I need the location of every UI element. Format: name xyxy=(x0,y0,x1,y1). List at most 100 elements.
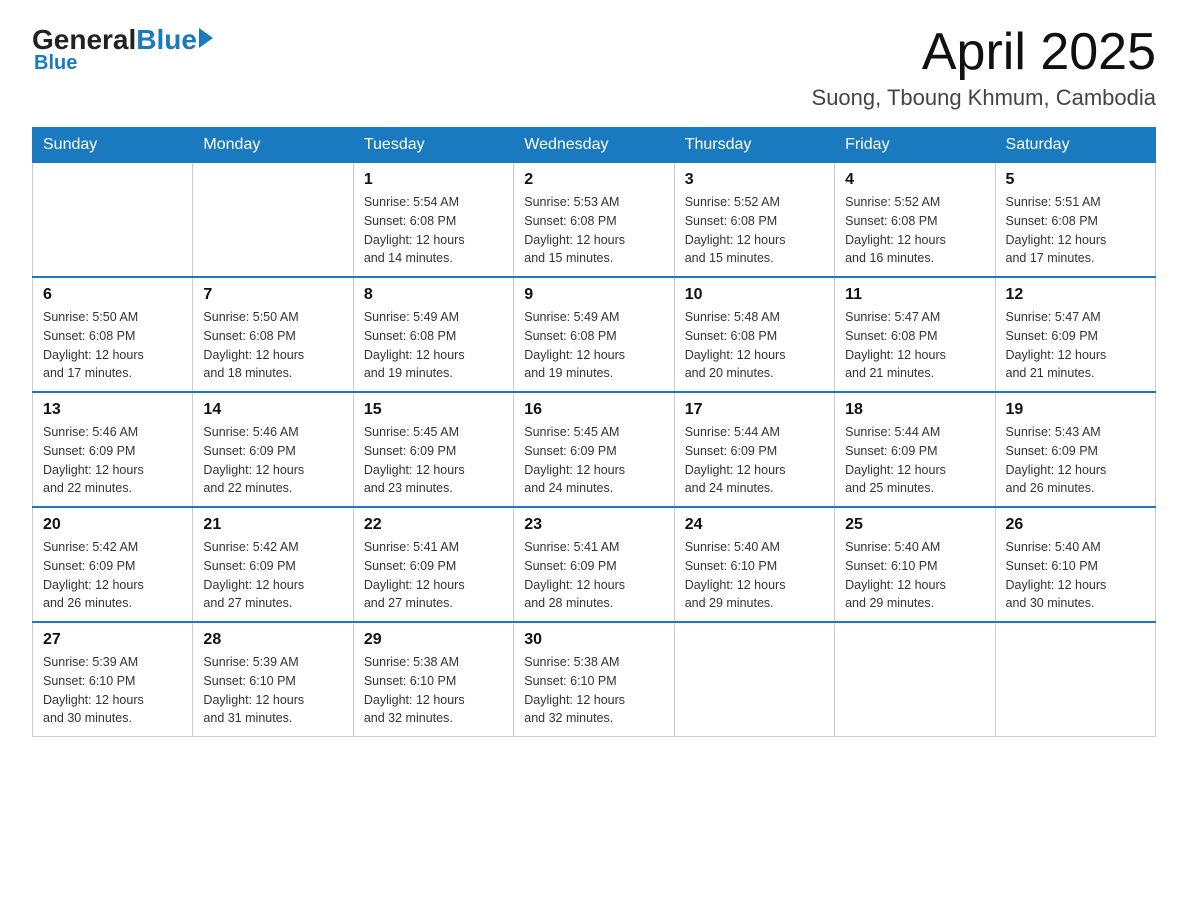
day-cell: 5Sunrise: 5:51 AM Sunset: 6:08 PM Daylig… xyxy=(995,163,1155,278)
day-cell: 30 Sunrise: 5:38 AM Sunset: 6:10 PM Dayli… xyxy=(514,622,674,737)
day-info: Sunrise: 5:53 AM Sunset: 6:08 PM Dayligh… xyxy=(524,193,663,268)
day-number: 14 xyxy=(203,401,342,419)
day-cell: 15Sunrise: 5:45 AM Sunset: 6:09 PM Dayli… xyxy=(353,392,513,507)
calendar-table: SundayMondayTuesdayWednesdayThursdayFrid… xyxy=(32,127,1156,737)
day-number: 18 xyxy=(845,401,984,419)
column-header-friday: Friday xyxy=(835,128,995,163)
week-row-5: 27 Sunrise: 5:39 AM Sunset: 6:10 PM Dayli… xyxy=(33,622,1156,737)
day-info: Sunrise: 5:38 AM Sunset: 6:10 PM Dayligh… xyxy=(364,653,503,728)
day-cell xyxy=(674,622,834,737)
column-header-monday: Monday xyxy=(193,128,353,163)
day-number: 4 xyxy=(845,171,984,189)
day-cell: 29 Sunrise: 5:38 AM Sunset: 6:10 PM Dayli… xyxy=(353,622,513,737)
day-number: 17 xyxy=(685,401,824,419)
day-number: 27 xyxy=(43,631,182,649)
day-number: 26 xyxy=(1006,516,1145,534)
day-number: 12 xyxy=(1006,286,1145,304)
day-info: Sunrise: 5:47 AM Sunset: 6:09 PM Dayligh… xyxy=(1006,308,1145,383)
day-info: Sunrise: 5:44 AM Sunset: 6:09 PM Dayligh… xyxy=(685,423,824,498)
day-cell: 17 Sunrise: 5:44 AM Sunset: 6:09 PM Dayli… xyxy=(674,392,834,507)
day-info: Sunrise: 5:46 AM Sunset: 6:09 PM Dayligh… xyxy=(203,423,342,498)
day-number: 20 xyxy=(43,516,182,534)
day-info: Sunrise: 5:50 AM Sunset: 6:08 PM Dayligh… xyxy=(203,308,342,383)
day-number: 5 xyxy=(1006,171,1145,189)
day-number: 24 xyxy=(685,516,824,534)
day-cell: 27Sunrise: 5:39 AM Sunset: 6:10 PM Dayli… xyxy=(33,622,193,737)
day-number: 29 xyxy=(364,631,503,649)
day-number: 13 xyxy=(43,401,182,419)
day-info: Sunrise: 5:49 AM Sunset: 6:08 PM Dayligh… xyxy=(524,308,663,383)
logo: General Blue Blue xyxy=(32,24,213,75)
day-cell: 26 Sunrise: 5:40 AM Sunset: 6:10 PM Dayli… xyxy=(995,507,1155,622)
day-info: Sunrise: 5:52 AM Sunset: 6:08 PM Dayligh… xyxy=(685,193,824,268)
day-number: 11 xyxy=(845,286,984,304)
day-number: 28 xyxy=(203,631,342,649)
day-number: 25 xyxy=(845,516,984,534)
day-number: 23 xyxy=(524,516,663,534)
day-number: 3 xyxy=(685,171,824,189)
day-info: Sunrise: 5:42 AM Sunset: 6:09 PM Dayligh… xyxy=(43,538,182,613)
column-header-saturday: Saturday xyxy=(995,128,1155,163)
day-number: 21 xyxy=(203,516,342,534)
day-cell: 4 Sunrise: 5:52 AM Sunset: 6:08 PM Daylig… xyxy=(835,163,995,278)
page-header: General Blue Blue April 2025 Suong, Tbou… xyxy=(32,24,1156,111)
day-info: Sunrise: 5:38 AM Sunset: 6:10 PM Dayligh… xyxy=(524,653,663,728)
day-cell: 6 Sunrise: 5:50 AM Sunset: 6:08 PM Daylig… xyxy=(33,277,193,392)
day-cell: 22Sunrise: 5:41 AM Sunset: 6:09 PM Dayli… xyxy=(353,507,513,622)
day-cell xyxy=(193,163,353,278)
logo-blue-text: Blue xyxy=(136,24,197,56)
day-cell xyxy=(33,163,193,278)
day-number: 30 xyxy=(524,631,663,649)
day-info: Sunrise: 5:40 AM Sunset: 6:10 PM Dayligh… xyxy=(685,538,824,613)
day-info: Sunrise: 5:45 AM Sunset: 6:09 PM Dayligh… xyxy=(524,423,663,498)
day-number: 10 xyxy=(685,286,824,304)
day-info: Sunrise: 5:40 AM Sunset: 6:10 PM Dayligh… xyxy=(845,538,984,613)
day-cell: 11 Sunrise: 5:47 AM Sunset: 6:08 PM Dayli… xyxy=(835,277,995,392)
day-cell: 1Sunrise: 5:54 AM Sunset: 6:08 PM Daylig… xyxy=(353,163,513,278)
day-info: Sunrise: 5:44 AM Sunset: 6:09 PM Dayligh… xyxy=(845,423,984,498)
day-cell: 16 Sunrise: 5:45 AM Sunset: 6:09 PM Dayli… xyxy=(514,392,674,507)
calendar-header-row: SundayMondayTuesdayWednesdayThursdayFrid… xyxy=(33,128,1156,163)
day-cell: 21 Sunrise: 5:42 AM Sunset: 6:09 PM Dayli… xyxy=(193,507,353,622)
day-cell: 19Sunrise: 5:43 AM Sunset: 6:09 PM Dayli… xyxy=(995,392,1155,507)
day-info: Sunrise: 5:48 AM Sunset: 6:08 PM Dayligh… xyxy=(685,308,824,383)
column-header-thursday: Thursday xyxy=(674,128,834,163)
day-cell xyxy=(835,622,995,737)
day-cell: 2 Sunrise: 5:53 AM Sunset: 6:08 PM Daylig… xyxy=(514,163,674,278)
day-info: Sunrise: 5:50 AM Sunset: 6:08 PM Dayligh… xyxy=(43,308,182,383)
day-cell: 9 Sunrise: 5:49 AM Sunset: 6:08 PM Daylig… xyxy=(514,277,674,392)
day-cell: 3 Sunrise: 5:52 AM Sunset: 6:08 PM Daylig… xyxy=(674,163,834,278)
day-info: Sunrise: 5:52 AM Sunset: 6:08 PM Dayligh… xyxy=(845,193,984,268)
day-number: 8 xyxy=(364,286,503,304)
day-number: 15 xyxy=(364,401,503,419)
day-number: 6 xyxy=(43,286,182,304)
day-cell: 28 Sunrise: 5:39 AM Sunset: 6:10 PM Dayli… xyxy=(193,622,353,737)
day-cell: 20 Sunrise: 5:42 AM Sunset: 6:09 PM Dayli… xyxy=(33,507,193,622)
day-cell: 25 Sunrise: 5:40 AM Sunset: 6:10 PM Dayli… xyxy=(835,507,995,622)
location-title: Suong, Tboung Khmum, Cambodia xyxy=(812,85,1156,111)
day-number: 2 xyxy=(524,171,663,189)
day-number: 7 xyxy=(203,286,342,304)
day-info: Sunrise: 5:39 AM Sunset: 6:10 PM Dayligh… xyxy=(203,653,342,728)
column-header-wednesday: Wednesday xyxy=(514,128,674,163)
day-cell: 14 Sunrise: 5:46 AM Sunset: 6:09 PM Dayli… xyxy=(193,392,353,507)
week-row-4: 20 Sunrise: 5:42 AM Sunset: 6:09 PM Dayli… xyxy=(33,507,1156,622)
day-cell: 8Sunrise: 5:49 AM Sunset: 6:08 PM Daylig… xyxy=(353,277,513,392)
logo-arrow-icon xyxy=(199,28,213,48)
day-cell: 18 Sunrise: 5:44 AM Sunset: 6:09 PM Dayli… xyxy=(835,392,995,507)
day-cell: 10 Sunrise: 5:48 AM Sunset: 6:08 PM Dayli… xyxy=(674,277,834,392)
week-row-1: 1Sunrise: 5:54 AM Sunset: 6:08 PM Daylig… xyxy=(33,163,1156,278)
day-info: Sunrise: 5:40 AM Sunset: 6:10 PM Dayligh… xyxy=(1006,538,1145,613)
day-number: 16 xyxy=(524,401,663,419)
day-cell: 7 Sunrise: 5:50 AM Sunset: 6:08 PM Daylig… xyxy=(193,277,353,392)
day-info: Sunrise: 5:47 AM Sunset: 6:08 PM Dayligh… xyxy=(845,308,984,383)
day-number: 22 xyxy=(364,516,503,534)
day-cell xyxy=(995,622,1155,737)
day-info: Sunrise: 5:42 AM Sunset: 6:09 PM Dayligh… xyxy=(203,538,342,613)
day-number: 1 xyxy=(364,171,503,189)
day-number: 9 xyxy=(524,286,663,304)
week-row-2: 6 Sunrise: 5:50 AM Sunset: 6:08 PM Daylig… xyxy=(33,277,1156,392)
day-info: Sunrise: 5:43 AM Sunset: 6:09 PM Dayligh… xyxy=(1006,423,1145,498)
logo-subtitle: Blue xyxy=(34,52,77,75)
month-title: April 2025 xyxy=(812,24,1156,81)
